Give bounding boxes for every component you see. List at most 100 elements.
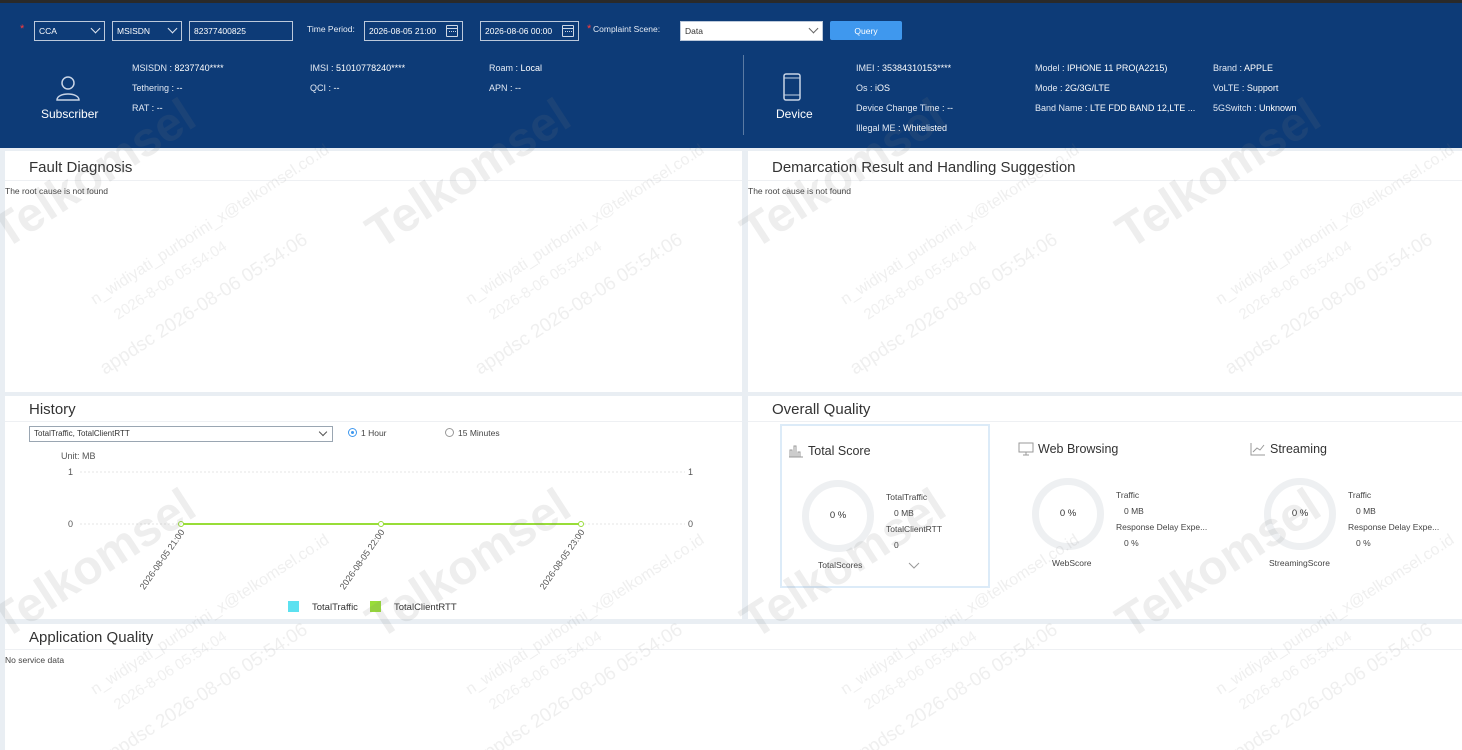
subscriber-header: * CCA MSISDN 82377400825 Time Period: 20…: [0, 0, 1462, 148]
fault-diagnosis-panel: Fault Diagnosis The root cause is not fo…: [5, 151, 742, 392]
imsi-info: IMSI : 51010778240****: [310, 63, 406, 73]
complaint-scene-select[interactable]: Data: [680, 21, 823, 41]
brand-info: Brand : APPLE: [1213, 63, 1274, 73]
device-change-time-info: Device Change Time : --: [856, 103, 954, 113]
y-tick-label: 0: [68, 519, 73, 529]
metric-label: Response Delay Expe...: [1348, 522, 1440, 532]
metric-value: 0 MB: [1356, 506, 1376, 516]
metric-value: 0 %: [1124, 538, 1139, 548]
metric-select-value: TotalTraffic, TotalClientRTT: [34, 429, 130, 438]
legend-label: TotalTraffic: [312, 602, 358, 613]
roam-info: Roam : Local: [489, 63, 543, 73]
panel-title: Overall Quality: [772, 401, 871, 418]
panel-title: Demarcation Result and Handling Suggesti…: [772, 159, 1076, 176]
empty-message: No service data: [5, 655, 65, 665]
chevron-down-icon[interactable]: [908, 562, 920, 570]
calendar-icon[interactable]: [446, 25, 458, 37]
mode-select-value: CCA: [39, 26, 57, 36]
required-marker: *: [587, 23, 592, 35]
score-value: 0 %: [1059, 508, 1077, 519]
panel-title: History: [29, 401, 76, 418]
divider: [5, 180, 742, 181]
apn-info: APN : --: [489, 83, 522, 93]
divider: [748, 180, 1462, 181]
phone-icon: [783, 73, 801, 101]
card-footer: TotalScores: [818, 560, 863, 570]
metric-label: TotalTraffic: [886, 492, 928, 502]
x-tick-label: 2026-08-05 21:00: [138, 527, 187, 591]
end-time-input[interactable]: 2026-08-06 00:00: [480, 21, 579, 41]
chevron-down-icon: [318, 427, 328, 437]
5g-switch-info: 5GSwitch : Unknown: [1213, 103, 1297, 113]
web-browsing-card[interactable]: Web Browsing 0 % Traffic 0 MB Response D…: [1012, 424, 1222, 588]
empty-message: The root cause is not found: [748, 186, 852, 196]
metric-label: Traffic: [1348, 490, 1372, 500]
os-info: Os : iOS: [856, 83, 891, 93]
metric-value: 0 MB: [894, 508, 914, 518]
y-right-tick-label: 0: [688, 519, 693, 529]
x-tick-label: 2026-08-05 23:00: [538, 527, 587, 591]
qci-info: QCI : --: [310, 83, 340, 93]
device-label: Device: [776, 107, 813, 121]
total-score-card[interactable]: Total Score 0 % TotalTraffic 0 MB TotalC…: [780, 424, 990, 588]
msisdn-input[interactable]: 82377400825: [189, 21, 293, 41]
volte-info: VoLTE : Support: [1213, 83, 1279, 93]
mode-info: Mode : 2G/3G/LTE: [1035, 83, 1110, 93]
line-chart-icon: [1250, 443, 1265, 456]
chevron-down-icon: [90, 23, 101, 34]
rat-info: RAT : --: [132, 103, 163, 113]
legend-swatch: [370, 601, 381, 612]
query-button[interactable]: Query: [830, 21, 902, 40]
type-select-value: MSISDN: [117, 26, 151, 36]
illegal-me-info: Illegal ME : Whitelisted: [856, 123, 948, 133]
y-right-tick-label: 1: [688, 467, 693, 477]
header-divider: [743, 55, 744, 135]
filter-bar: * CCA MSISDN 82377400825 Time Period: 20…: [0, 18, 1462, 42]
end-time-value: 2026-08-06 00:00: [485, 26, 553, 36]
divider: [5, 649, 1462, 650]
data-point: [178, 521, 184, 527]
radio-15-minutes[interactable]: 15 Minutes: [445, 428, 500, 438]
tethering-info: Tethering : --: [132, 83, 183, 93]
divider: [748, 421, 1462, 422]
panel-title: Application Quality: [29, 629, 154, 646]
metric-select[interactable]: TotalTraffic, TotalClientRTT: [29, 426, 333, 442]
time-period-label: Time Period:: [307, 24, 355, 34]
divider: [5, 421, 742, 422]
history-chart: Unit: MB 1 0 1 0 2026-08-05 21:00 2026-08-05 2…: [61, 451, 693, 613]
metric-value: 0: [894, 540, 899, 550]
history-panel: History TotalTraffic, TotalClientRTT 1 H…: [5, 396, 742, 619]
mode-select[interactable]: CCA: [34, 21, 105, 41]
y-tick-label: 1: [68, 467, 73, 477]
score-value: 0 %: [829, 510, 847, 521]
start-time-input[interactable]: 2026-08-05 21:00: [364, 21, 463, 41]
start-time-value: 2026-08-05 21:00: [369, 26, 437, 36]
user-icon: [56, 76, 80, 101]
overall-quality-panel: Overall Quality Total Score 0 % TotalTra…: [748, 396, 1462, 619]
bar-chart-icon: [789, 445, 803, 458]
application-quality-panel: Application Quality No service data: [5, 624, 1462, 750]
card-title: Web Browsing: [1038, 442, 1119, 456]
card-footer: WebScore: [1052, 558, 1092, 568]
legend-label: TotalClientRTT: [394, 602, 457, 613]
panel-title: Fault Diagnosis: [29, 159, 133, 176]
legend-swatch: [288, 601, 299, 612]
radio-1-hour[interactable]: 1 Hour: [348, 428, 387, 438]
subscriber-label: Subscriber: [41, 107, 99, 121]
metric-label: TotalClientRTT: [886, 524, 943, 534]
demarcation-panel: Demarcation Result and Handling Suggesti…: [748, 151, 1462, 392]
band-name-info: Band Name : LTE FDD BAND 12,LTE ...: [1035, 103, 1196, 113]
streaming-card[interactable]: Streaming 0 % Traffic 0 MB Response Dela…: [1244, 424, 1454, 588]
msisdn-info: MSISDN : 8237740****: [132, 63, 224, 73]
complaint-scene-value: Data: [685, 26, 703, 36]
calendar-icon[interactable]: [562, 25, 574, 37]
metric-label: Traffic: [1116, 490, 1140, 500]
radio-checked-icon: [348, 428, 357, 437]
monitor-icon: [1018, 442, 1034, 456]
required-marker: *: [20, 23, 25, 35]
card-title: Total Score: [808, 444, 871, 458]
card-footer: StreamingScore: [1269, 558, 1330, 568]
imei-info: IMEI : 35384310153****: [856, 63, 952, 73]
x-tick-label: 2026-08-05 22:00: [338, 527, 387, 591]
type-select[interactable]: MSISDN: [112, 21, 182, 41]
